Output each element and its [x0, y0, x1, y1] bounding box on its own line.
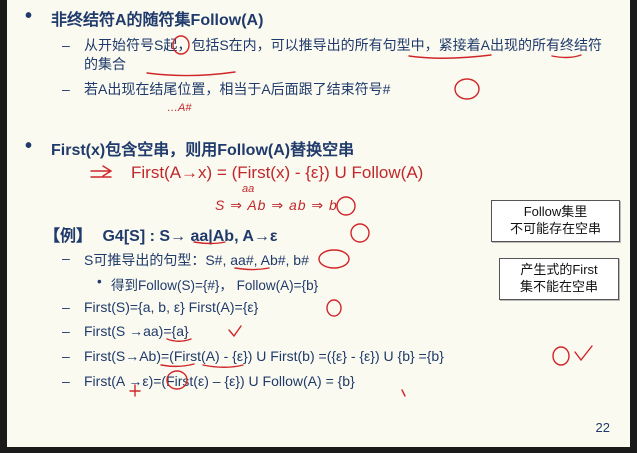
ink-underline-juxing [408, 54, 492, 59]
ink-circle-s [172, 35, 190, 55]
ink-circle-a-eps [166, 370, 188, 390]
ink-circle-hash [454, 78, 480, 100]
ink-circle-first-a [326, 299, 342, 317]
ink-check-2 [574, 345, 593, 362]
frame-left-border [0, 0, 7, 453]
ink-check-1 [228, 325, 242, 338]
ink-annotations [90, 35, 593, 397]
frame-bottom-border [0, 447, 637, 453]
ink-underline-a [551, 54, 582, 59]
ink-arrow-up [129, 384, 141, 397]
ink-underline-s-hash [234, 267, 270, 271]
ink-arrow-1 [90, 165, 113, 177]
ink-circle-result-b [552, 346, 570, 366]
ink-underline-ab [160, 363, 195, 368]
ink-underline-first-a [202, 364, 244, 368]
ink-tick [401, 389, 406, 397]
ink-underline-aa [166, 338, 192, 342]
ink-circle-b [336, 196, 356, 216]
ink-underline-s [193, 241, 226, 245]
frame-right-border [630, 0, 637, 453]
slide: • 非终结符A的随符集Follow(A) – 从开始符号S起，包括S在内，可以推… [7, 0, 630, 447]
ink-circle-epsilon [350, 223, 370, 243]
ink-underline-zhongjiefu [146, 71, 236, 77]
ink-circle-ab-hash [318, 249, 350, 269]
